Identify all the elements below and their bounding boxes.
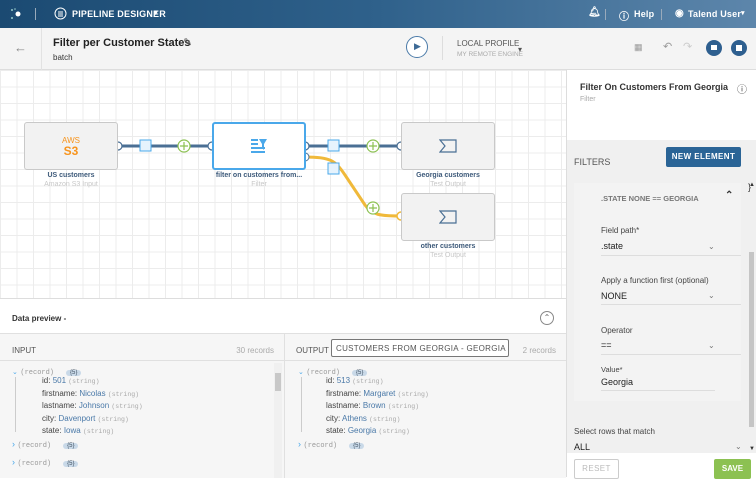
chevron-down-icon[interactable]: ▾ — [154, 9, 158, 17]
user-icon: ◉ — [675, 8, 684, 19]
chevron-right-icon: › — [298, 439, 301, 449]
help-link[interactable]: Help — [634, 9, 654, 19]
redo-icon[interactable]: ↷ — [683, 40, 692, 53]
app-switcher[interactable]: PIPELINE DESIGNER — [72, 9, 166, 19]
pipeline-canvas[interactable]: AWS S3 US customers Amazon S3 Input filte… — [0, 70, 566, 298]
field-row: state: Iowa (string) — [42, 426, 115, 435]
node-type: Test Output — [430, 181, 466, 188]
node-type: Test Output — [430, 252, 466, 259]
field-row: id: 513 (string) — [326, 376, 384, 385]
node-label: Georgia customers — [416, 172, 480, 179]
field-row: lastname: Brown (string) — [326, 401, 420, 410]
chevron-down-icon[interactable]: ▾ — [741, 9, 745, 17]
chevron-down-icon[interactable]: ⌄ — [708, 341, 715, 350]
input-label: INPUT — [12, 346, 36, 355]
chevron-down-icon[interactable]: ⌄ — [735, 442, 742, 451]
match-select[interactable]: ALL — [574, 442, 590, 452]
user-menu[interactable]: Talend User — [688, 9, 741, 19]
profile-label[interactable]: LOCAL PROFILE — [457, 39, 519, 48]
new-element-button[interactable]: NEW ELEMENT — [666, 147, 741, 167]
filters-label: FILTERS — [574, 157, 611, 167]
field-row: firstname: Margaret (string) — [326, 388, 429, 398]
node-label: US customers — [47, 172, 95, 179]
field-path-label: Field path* — [601, 226, 640, 235]
back-arrow-icon[interactable]: ← — [14, 40, 27, 55]
field-row: firstname: Nicolas (string) — [42, 388, 140, 398]
node-label: other customers — [420, 243, 476, 250]
component-title[interactable]: Filter On Customers From Georgia — [580, 82, 728, 92]
undo-icon[interactable]: ↶ — [663, 40, 672, 53]
preview-title: Data preview - — [12, 314, 67, 323]
data-preview: Data preview - ⌃ INPUT 30 records OUTPUT… — [0, 298, 566, 478]
chevron-down-icon[interactable]: ▾ — [518, 45, 522, 54]
toggle-panel-button[interactable] — [731, 40, 747, 56]
component-type: Filter — [580, 96, 596, 103]
node-type: Filter — [251, 181, 267, 188]
function-select[interactable]: NONE — [601, 291, 627, 301]
reset-button[interactable]: RESET — [574, 459, 619, 479]
properties-panel: Filter On Customers From Georgia Filter … — [566, 70, 756, 479]
field-row: city: Davenport (string) — [42, 413, 129, 423]
node-filter[interactable] — [212, 122, 306, 170]
field-row: state: Georgia (string) — [326, 426, 410, 435]
toggle-canvas-button[interactable] — [706, 40, 722, 56]
edit-pencil-icon[interactable]: ✎ — [183, 36, 192, 49]
output-select[interactable]: CUSTOMERS FROM GEORGIA - GEORGIA CUS — [331, 339, 509, 357]
match-label: Select rows that match — [574, 427, 655, 436]
chevron-down-icon[interactable]: ⌄ — [708, 291, 715, 300]
node-us-customers[interactable]: AWS S3 — [24, 122, 118, 170]
calendar-icon[interactable]: ▦ — [634, 42, 643, 53]
record-collapsed[interactable]: › (record) {5} — [12, 439, 79, 450]
top-bar: PIPELINE DESIGNER ▾ 🔔︎ ⓘ Help ◉ Talend U… — [0, 0, 756, 28]
chevron-right-icon: › — [12, 457, 15, 467]
collapse-preview-button[interactable]: ⌃ — [540, 311, 554, 325]
field-row: lastname: Johnson (string) — [42, 401, 143, 410]
operator-label: Operator — [601, 326, 633, 335]
node-georgia-customers[interactable] — [401, 122, 495, 170]
bell-icon[interactable]: 🔔︎ — [588, 7, 601, 18]
record-collapsed[interactable]: › (record) {5} — [12, 457, 79, 468]
pipeline-header: ← Filter per Customer States ✎ batch ▶ L… — [0, 28, 756, 70]
filter-icon — [251, 139, 267, 153]
engine-select[interactable]: MY REMOTE ENGINE — [457, 51, 523, 58]
info-icon[interactable]: ⓘ — [737, 81, 747, 96]
play-icon: ▶ — [414, 41, 421, 51]
save-button[interactable]: SAVE — [714, 459, 751, 479]
node-type: Amazon S3 Input — [44, 181, 98, 188]
pipeline-type: batch — [53, 53, 73, 62]
record-collapsed[interactable]: › (record) {5} — [298, 439, 365, 450]
output-count: 2 records — [522, 346, 556, 355]
chevron-right-icon: › — [12, 439, 15, 449]
operator-select[interactable]: == — [601, 340, 612, 350]
output-icon — [439, 139, 457, 153]
node-label: filter on customers from... — [215, 172, 303, 179]
field-row: id: 501 (string) — [42, 376, 100, 385]
pipeline-title[interactable]: Filter per Customer States — [53, 37, 191, 49]
talend-logo-icon[interactable] — [9, 7, 23, 21]
pipeline-icon — [54, 7, 67, 20]
value-label: Value* — [601, 365, 623, 374]
chevron-down-icon[interactable]: ⌄ — [12, 369, 18, 376]
filter-summary[interactable]: .STATE NONE == GEORGIA — [601, 194, 699, 203]
chevron-down-icon[interactable]: ⌄ — [708, 242, 715, 251]
field-path-select[interactable]: .state — [601, 241, 623, 251]
input-count: 30 records — [236, 346, 274, 355]
filter-card — [574, 183, 741, 401]
chevron-up-icon[interactable]: ⌃ — [725, 190, 733, 201]
field-row: city: Athens (string) — [326, 413, 401, 423]
input-scrollbar[interactable] — [274, 363, 282, 478]
run-button[interactable]: ▶ — [406, 36, 428, 58]
output-label: OUTPUT — [296, 346, 329, 355]
help-icon[interactable]: ⓘ — [619, 8, 629, 23]
aws-s3-icon: AWS S3 — [62, 136, 80, 158]
function-label: Apply a function first (optional) — [601, 276, 709, 285]
node-other-customers[interactable] — [401, 193, 495, 241]
chevron-down-icon[interactable]: ⌄ — [298, 369, 304, 376]
panel-scrollbar[interactable]: ▲ ▼ } — [748, 182, 756, 457]
value-input[interactable]: Georgia — [601, 377, 633, 387]
output-icon — [439, 210, 457, 224]
